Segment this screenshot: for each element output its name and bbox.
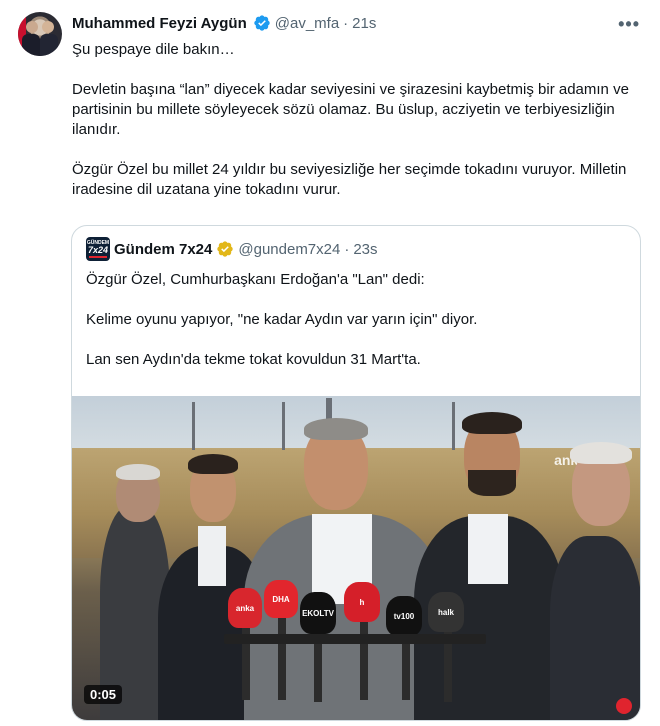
microphone-h: h [344, 582, 380, 622]
quoted-tweet[interactable]: GÜNDEM 7x24 Gündem 7x24 @gundem7x24 · 23… [71, 225, 641, 721]
author-name[interactable]: Muhammed Feyzi Aygün [72, 15, 247, 32]
quoted-tweet-timestamp: 23s [353, 240, 378, 258]
tweet-text: Şu pespaye dile bakın… Devletin başına “… [72, 40, 642, 200]
quoted-tweet-text: Özgür Özel, Cumhurbaşkanı Erdoğan'a "Lan… [86, 270, 626, 370]
microphone-ekoltv: EKOLTV [300, 592, 336, 634]
quoted-author-avatar: GÜNDEM 7x24 [86, 237, 110, 261]
quoted-tweet-line: Özgür Özel, Cumhurbaşkanı Erdoğan'a "Lan… [86, 271, 425, 288]
author-handle[interactable]: @av_mfa [275, 15, 339, 32]
microphone-halk: halk [428, 592, 464, 632]
tweet-line: Devletin başına “lan” diyecek kadar sevi… [72, 81, 629, 138]
quoted-author-name: Gündem 7x24 [114, 240, 213, 258]
microphone-dha: DHA [264, 580, 298, 618]
separator-dot: · [344, 240, 350, 258]
microphone-tv100: tv100 [386, 596, 422, 636]
microphone-stand [224, 634, 486, 644]
quoted-author-handle: @gundem7x24 [238, 240, 341, 258]
tweet-timestamp[interactable]: 21s [352, 15, 376, 32]
verified-badge-icon [254, 15, 270, 31]
quoted-tweet-line: Kelime oyunu yapıyor, "ne kadar Aydın va… [86, 311, 478, 328]
tweet-card[interactable]: Muhammed Feyzi Aygün @av_mfa · 21s ••• Ş… [0, 0, 660, 726]
quoted-tweet-line: Lan sen Aydın'da tekme tokat kovuldun 31… [86, 351, 421, 368]
channel-logo-icon [616, 698, 632, 714]
author-avatar[interactable] [18, 12, 62, 56]
video-duration: 0:05 [84, 685, 123, 704]
quoted-tweet-header: GÜNDEM 7x24 Gündem 7x24 @gundem7x24 · 23… [86, 237, 378, 261]
video-player[interactable]: anka anka DHA EKOLTV h tv100 halk 0:05 [72, 396, 640, 720]
separator-dot: · [343, 14, 349, 32]
tweet-line: Özgür Özel bu millet 24 yıldır bu seviye… [72, 161, 627, 198]
gold-verified-badge-icon [217, 241, 234, 257]
tweet-header: Muhammed Feyzi Aygün @av_mfa · 21s [72, 12, 376, 34]
more-options-icon[interactable]: ••• [618, 14, 640, 35]
quoted-avatar-main-text: 7x24 [87, 245, 109, 255]
microphone-anka: anka [228, 588, 262, 628]
tweet-line: Şu pespaye dile bakın… [72, 41, 235, 58]
